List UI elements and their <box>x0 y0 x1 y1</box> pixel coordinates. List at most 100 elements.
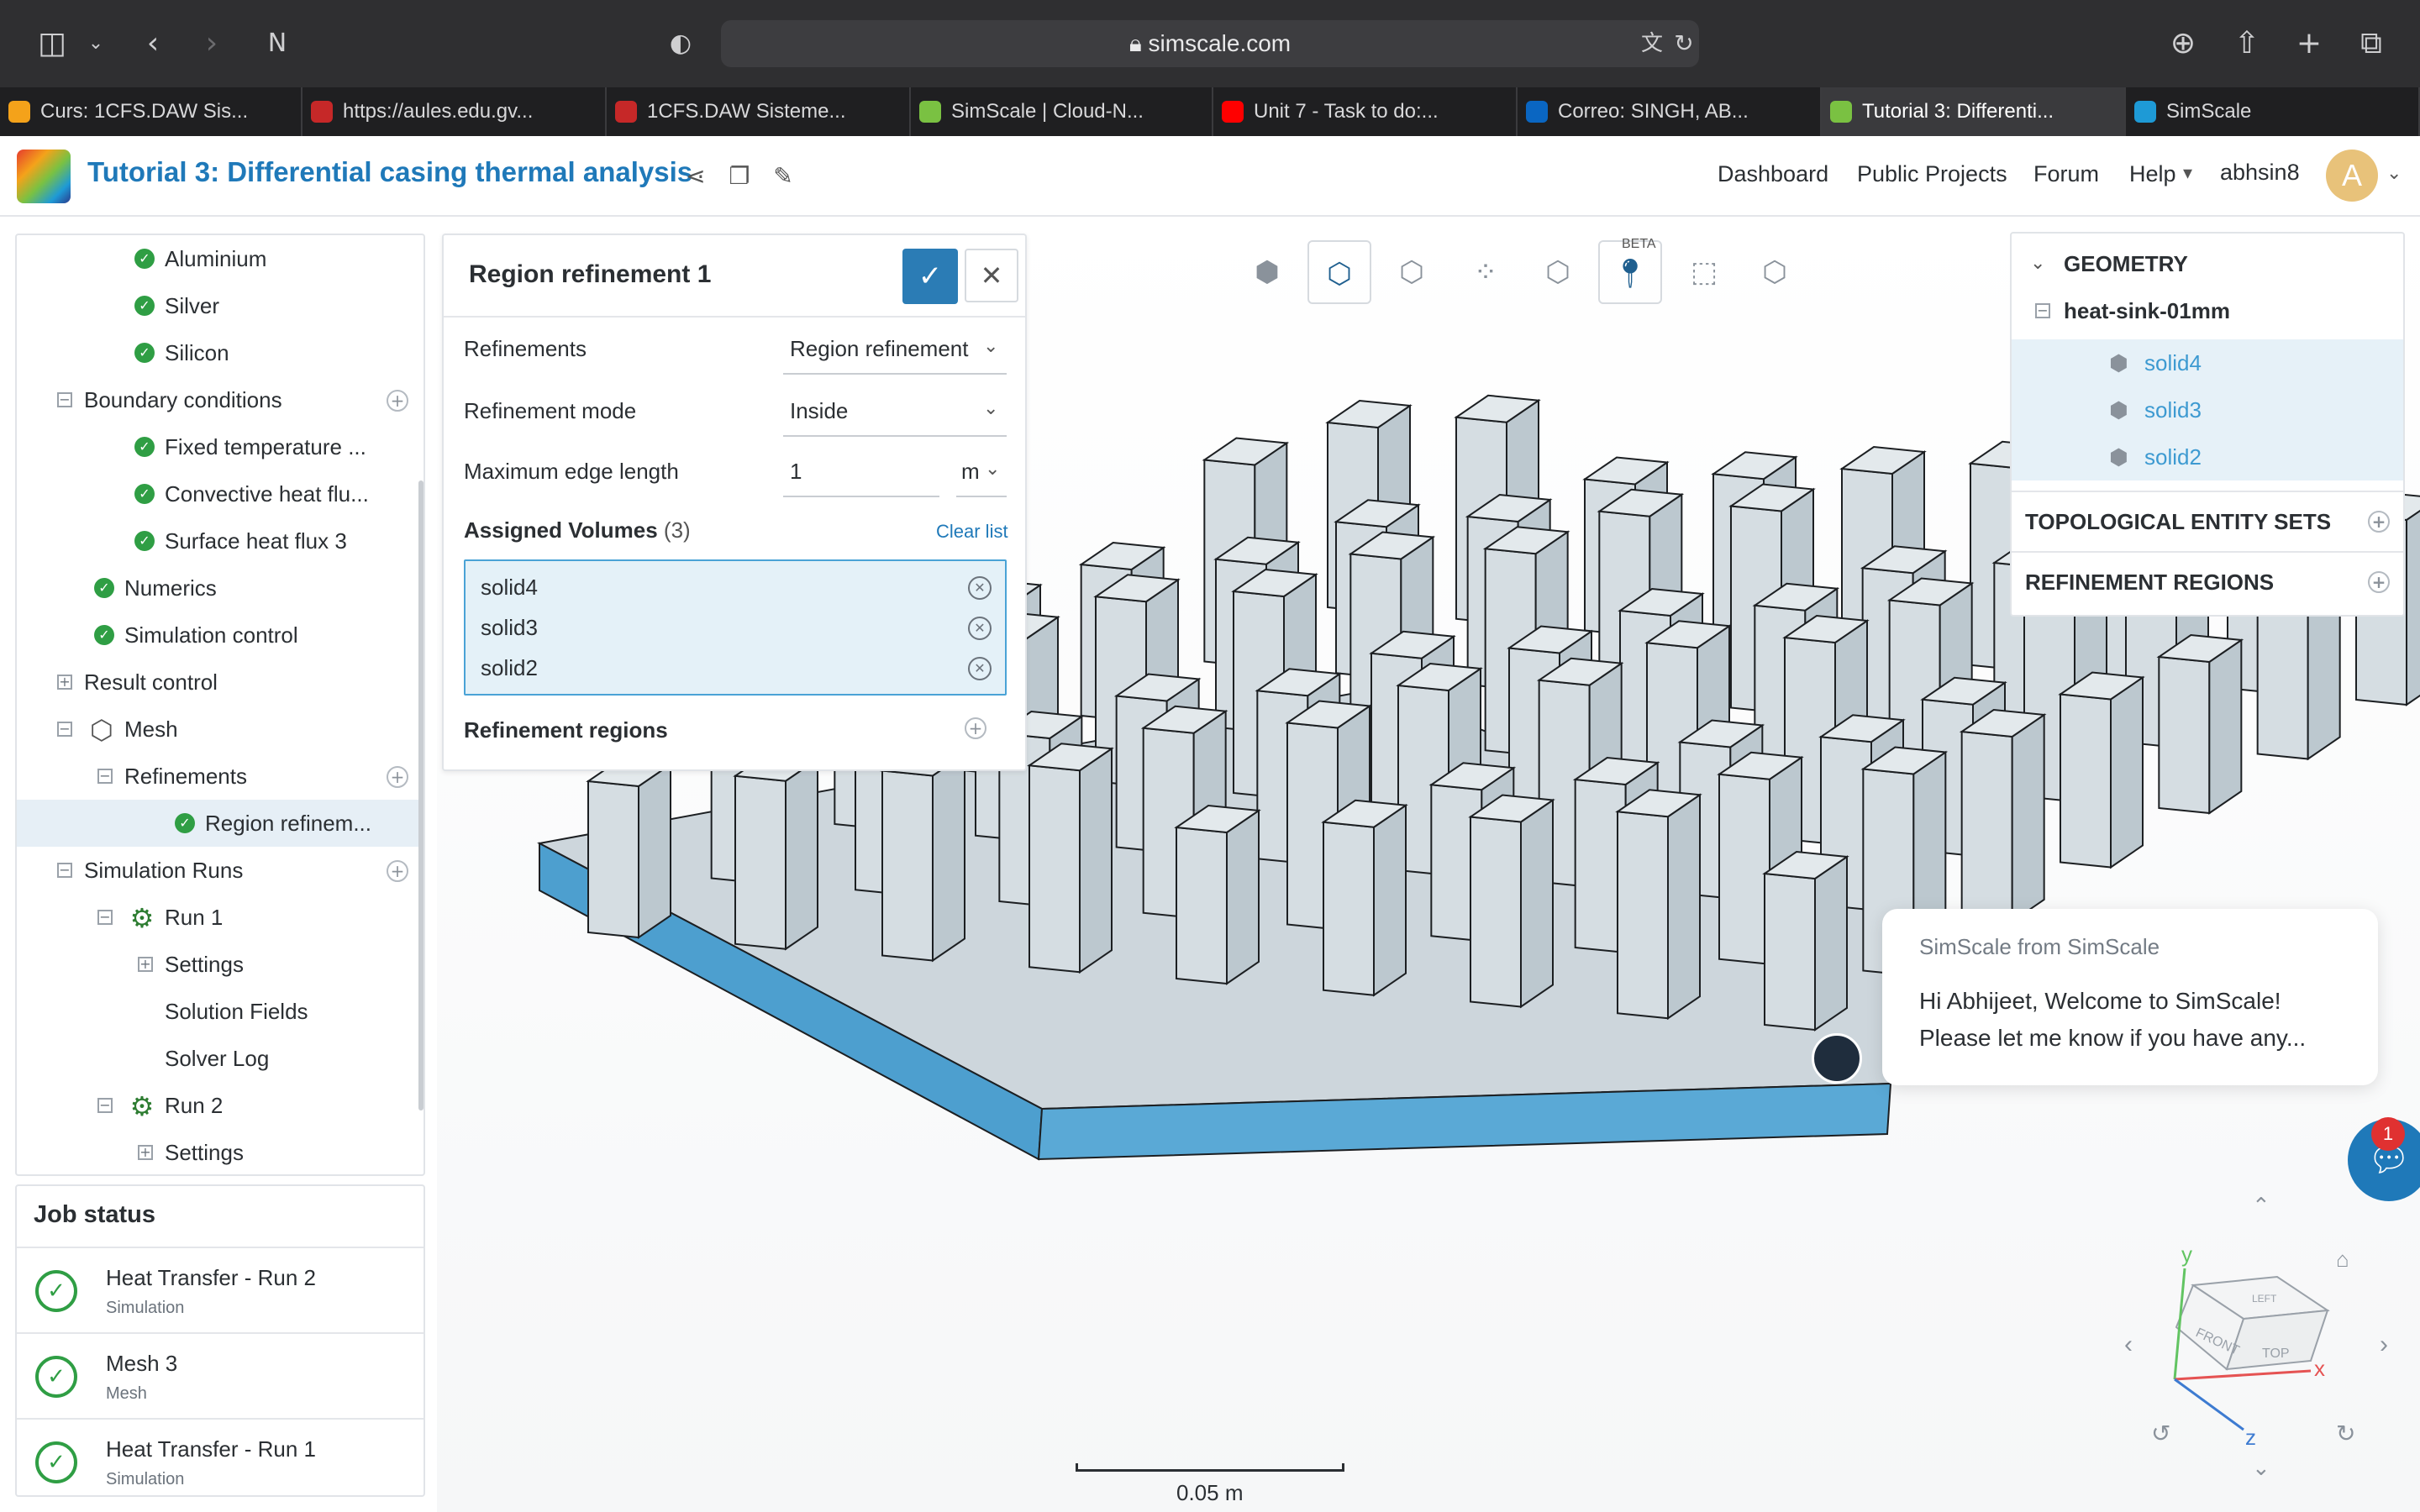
job-item[interactable]: ✓ Heat Transfer - Run 1 Simulation <box>17 1418 424 1495</box>
heat-sink-fin-side[interactable] <box>1814 855 1848 1032</box>
notion-icon[interactable]: N <box>254 20 301 67</box>
heat-sink-fin-side[interactable] <box>2011 713 2045 923</box>
tree-item[interactable]: − ⚙ Run 1 <box>17 894 424 941</box>
heat-sink-fin[interactable] <box>1960 730 2013 923</box>
shield-icon[interactable]: ◐ <box>657 20 704 67</box>
topological-entity-sets-section[interactable]: TOPOLOGICAL ENTITY SETS + <box>2012 491 2403 549</box>
chevron-down-icon[interactable]: ⌄ <box>72 20 119 67</box>
add-icon[interactable]: + <box>2368 571 2390 593</box>
geometry-header[interactable]: ⌄ GEOMETRY <box>2012 240 2403 287</box>
close-button[interactable]: ✕ <box>965 249 1018 302</box>
heat-sink-fin[interactable] <box>587 780 639 939</box>
url-bar[interactable]: 🔒︎ simscale.com 文 ↻ <box>721 20 1699 67</box>
heat-sink-fin[interactable] <box>2060 693 2112 869</box>
hide-selection-icon[interactable]: ⬡ <box>1743 240 1807 304</box>
tree-item[interactable]: Solution Fields <box>17 988 424 1035</box>
refinement-mode-select[interactable]: Inside <box>790 398 848 424</box>
collapse-icon[interactable]: − <box>57 392 72 407</box>
refinements-select[interactable]: Region refinement <box>790 336 968 362</box>
tree-item[interactable]: ✓ Silver <box>17 282 424 329</box>
sidebar-toggle-icon[interactable]: ◫ <box>29 20 76 67</box>
download-icon[interactable]: ⊕ <box>2160 20 2207 67</box>
user-chevron-down-icon[interactable]: ⌄ <box>2386 163 2402 184</box>
heat-sink-fin-side[interactable] <box>1373 803 1407 997</box>
roll-left-icon[interactable]: ↺ <box>2151 1420 2170 1446</box>
heat-sink-fin[interactable] <box>881 769 934 962</box>
rotate-down-icon[interactable]: ⌄ <box>2252 1455 2270 1480</box>
unit-select[interactable]: m <box>961 459 980 485</box>
add-icon[interactable]: + <box>387 766 408 788</box>
new-tab-icon[interactable]: + <box>2286 20 2333 67</box>
confirm-button[interactable]: ✓ <box>902 249 958 304</box>
help-chevron-down-icon[interactable]: ▾ <box>2183 163 2192 184</box>
heat-sink-fin-side[interactable] <box>1520 798 1554 1009</box>
tree-item[interactable]: ✓ Aluminium <box>17 235 424 282</box>
tree-scrollbar[interactable] <box>418 480 424 1110</box>
box-select-icon[interactable]: ⬚ <box>1672 240 1736 304</box>
tree-item[interactable]: + Settings <box>17 941 424 988</box>
collapse-icon[interactable]: − <box>2035 303 2050 318</box>
heat-sink-fin[interactable] <box>1617 811 1669 1020</box>
heat-sink-fin-side[interactable] <box>2110 675 2144 869</box>
job-item[interactable]: ✓ Heat Transfer - Run 2 Simulation <box>17 1247 424 1332</box>
view-hidden-icon[interactable]: ⬡ <box>1526 240 1590 304</box>
heat-sink-fin-side[interactable] <box>785 757 818 951</box>
tree-item[interactable]: Solver Log <box>17 1035 424 1082</box>
heat-sink-fin-side[interactable] <box>932 752 965 963</box>
heat-sink-fin[interactable] <box>1718 773 1770 965</box>
geometry-root[interactable]: − heat-sink-01mm <box>2012 287 2403 334</box>
heat-sink-fin[interactable] <box>1323 821 1375 996</box>
edit-icon[interactable]: ✎ <box>766 160 800 193</box>
tree-item[interactable]: ✓ Fixed temperature ... <box>17 423 424 470</box>
forward-icon[interactable]: › <box>188 20 235 67</box>
browser-tab[interactable]: Unit 7 - Task to do:... <box>1213 87 1518 136</box>
heat-sink-fin[interactable] <box>2158 655 2211 815</box>
browser-tab[interactable]: Curs: 1CFS.DAW Sis... <box>0 87 302 136</box>
nav-help[interactable]: Help <box>2129 161 2176 187</box>
back-icon[interactable]: ‹ <box>129 20 176 67</box>
heat-sink-fin[interactable] <box>1764 872 1816 1032</box>
browser-tab[interactable]: https://aules.edu.gv... <box>302 87 607 136</box>
expand-icon[interactable]: + <box>138 1145 153 1160</box>
share-icon[interactable]: ⋖ <box>679 160 713 193</box>
heat-sink-fin-side[interactable] <box>2208 638 2243 815</box>
collapse-icon[interactable]: − <box>97 1098 113 1113</box>
add-icon[interactable]: + <box>2368 511 2390 533</box>
heat-sink-fin-side[interactable] <box>1667 793 1701 1021</box>
browser-tab[interactable]: SimScale <box>2126 87 2420 136</box>
collapse-icon[interactable]: − <box>97 910 113 925</box>
geometry-solid-item[interactable]: ⬢ solid2 <box>2012 433 2403 480</box>
browser-tab[interactable]: SimScale | Cloud-N... <box>911 87 1213 136</box>
chat-popup[interactable]: SimScale from SimScale Hi Abhijeet, Welc… <box>1882 909 2378 1085</box>
heat-sink-fin[interactable] <box>1176 826 1228 985</box>
username[interactable]: abhsin8 <box>2220 160 2300 186</box>
tab-overview-icon[interactable]: ⧉ <box>2348 20 2395 67</box>
chevron-down-icon[interactable]: ⌄ <box>983 398 998 419</box>
tree-item[interactable]: ✓ Simulation control <box>17 612 424 659</box>
tree-item[interactable]: ✓ Silicon <box>17 329 424 376</box>
browser-tab[interactable]: Correo: SINGH, AB... <box>1518 87 1822 136</box>
avatar[interactable]: A <box>2326 150 2378 202</box>
nav-dashboard[interactable]: Dashboard <box>1718 161 1828 187</box>
add-icon[interactable]: + <box>387 860 408 882</box>
expand-icon[interactable]: + <box>138 957 153 972</box>
view-cube-solid-icon[interactable]: ⬢ <box>1235 240 1299 304</box>
tree-item[interactable]: ✓ Convective heat flu... <box>17 470 424 517</box>
tree-item[interactable]: ✓ Surface heat flux 3 <box>17 517 424 564</box>
tree-item[interactable]: − Refinements + <box>17 753 424 800</box>
heat-sink-fin[interactable] <box>1028 764 1081 974</box>
remove-volume-icon[interactable]: ✕ <box>968 617 992 640</box>
geometry-solid-item[interactable]: ⬢ solid4 <box>2012 339 2403 386</box>
add-region-icon[interactable]: + <box>965 717 986 739</box>
browser-tab[interactable]: Tutorial 3: Differenti... <box>1822 87 2126 136</box>
view-transparent-icon[interactable]: ⬡ <box>1380 240 1444 304</box>
tree-item[interactable]: − ⚙ Run 2 <box>17 1082 424 1129</box>
heat-sink-fin-side[interactable] <box>1079 747 1113 974</box>
tree-item[interactable]: − ⬡ Mesh <box>17 706 424 753</box>
remove-volume-icon[interactable]: ✕ <box>968 576 992 600</box>
geometry-solid-item[interactable]: ⬢ solid3 <box>2012 386 2403 433</box>
browser-tab[interactable]: 1CFS.DAW Sisteme... <box>607 87 911 136</box>
heat-sink-fin[interactable] <box>734 774 786 950</box>
collapse-icon[interactable]: − <box>57 863 72 878</box>
share-icon[interactable]: ⇧ <box>2223 20 2270 67</box>
